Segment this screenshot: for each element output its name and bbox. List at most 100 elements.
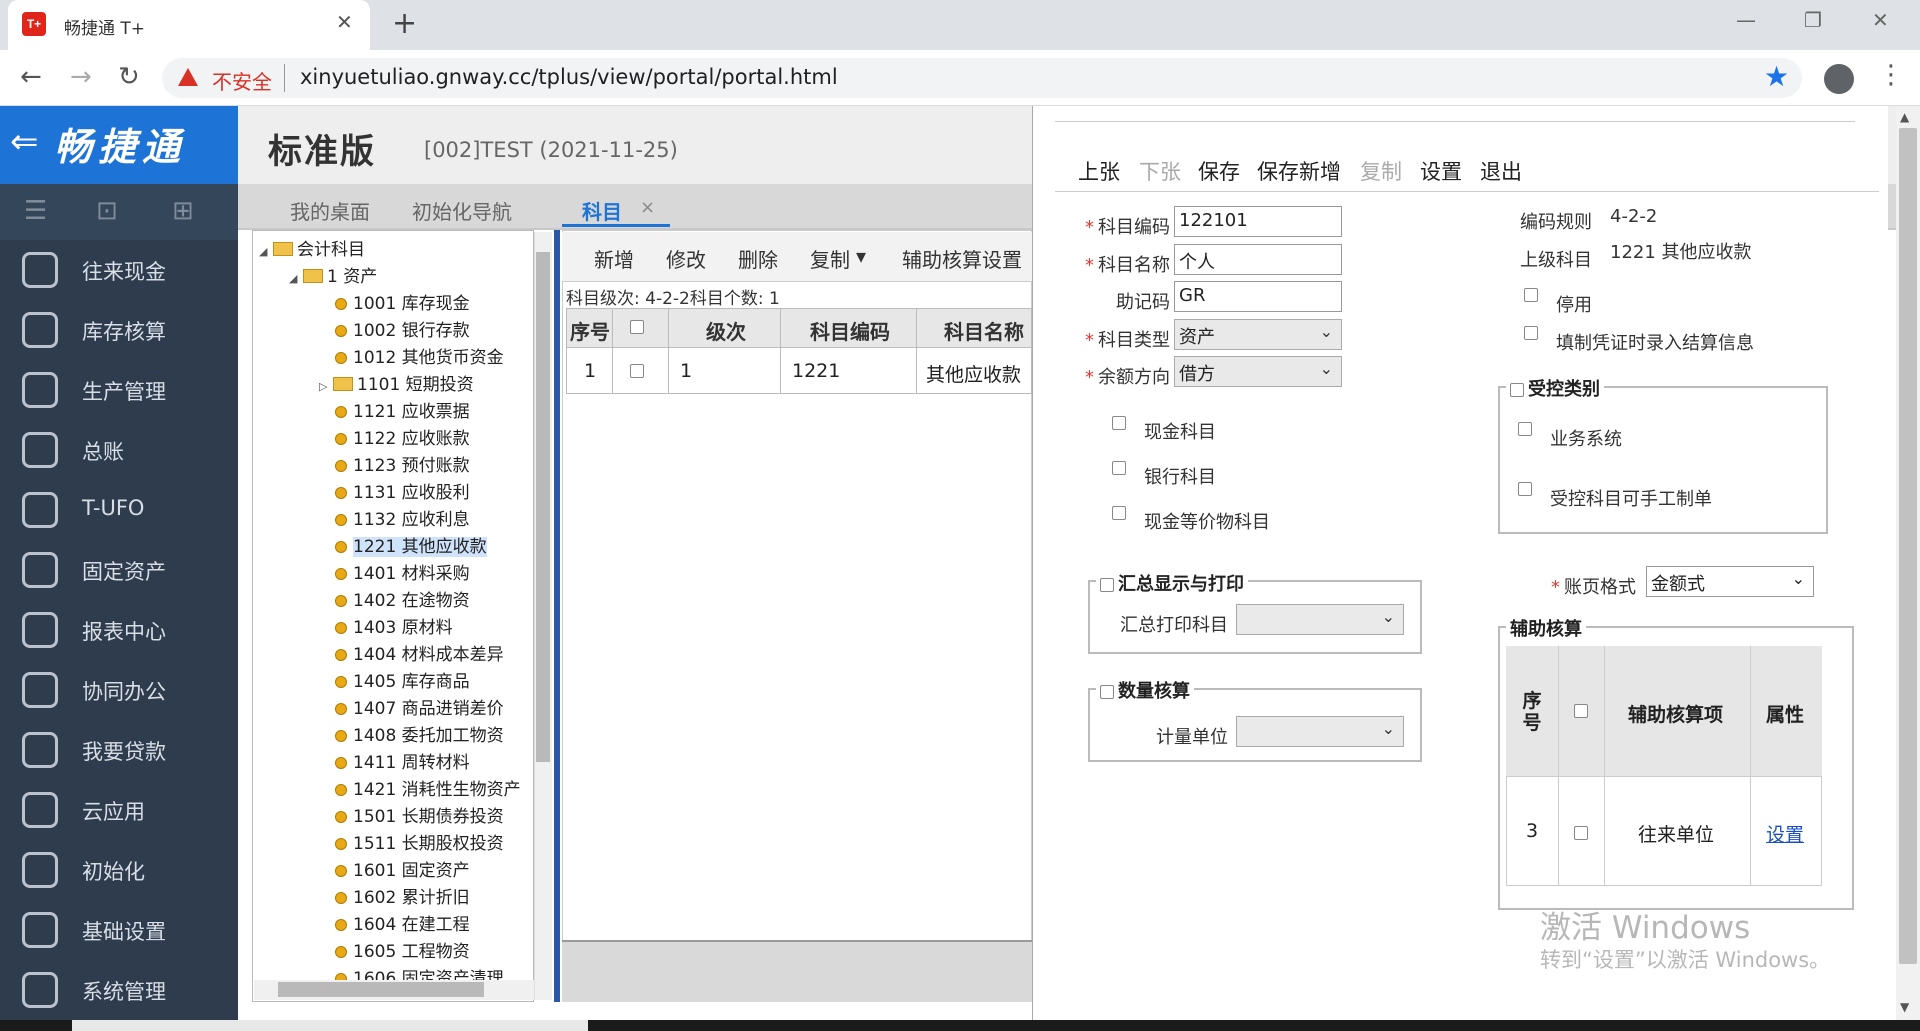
delete-button[interactable]: 删除 xyxy=(738,244,778,273)
tree-scroll-thumb[interactable] xyxy=(536,252,550,762)
save-new-button[interactable]: 保存新增 xyxy=(1257,156,1341,186)
tab-desktop[interactable]: 我的桌面 xyxy=(290,196,370,225)
next-button[interactable]: 下张 xyxy=(1139,156,1181,186)
tree-item[interactable]: 1511 长期股权投资 xyxy=(335,829,504,856)
tree-item[interactable]: 1407 商品进销差价 xyxy=(335,694,504,721)
add-button[interactable]: 新增 xyxy=(594,244,634,273)
aux-row-checkbox[interactable] xyxy=(1574,826,1588,840)
sidebar-item-system[interactable]: 系统管理 xyxy=(0,960,238,1020)
tree-group-assets[interactable]: ◢ 1 资产 xyxy=(289,262,377,289)
type-select[interactable]: 资产 ⌄ xyxy=(1174,319,1342,350)
expand-arrow-icon[interactable]: ▷ xyxy=(319,380,333,393)
header-select-all-checkbox[interactable] xyxy=(630,320,644,334)
sidebar-item-tufo[interactable]: T-UFO xyxy=(0,480,238,540)
tree-item[interactable]: 1122 应收账款 xyxy=(335,424,470,451)
panel-splitter[interactable] xyxy=(554,230,560,1002)
sidebar-item-basic-settings[interactable]: 基础设置 xyxy=(0,900,238,960)
tree-item[interactable]: 1405 库存商品 xyxy=(335,667,470,694)
forward-icon[interactable]: → xyxy=(70,62,92,92)
tree-item[interactable]: 1002 银行存款 xyxy=(335,316,470,343)
sidebar-item-reports[interactable]: 报表中心 xyxy=(0,600,238,660)
disabled-checkbox[interactable] xyxy=(1524,288,1538,302)
tree-item[interactable]: 1012 其他货币资金 xyxy=(335,343,504,370)
sidebar-item-fixed-assets[interactable]: 固定资产 xyxy=(0,540,238,600)
tree-item[interactable]: 1001 库存现金 xyxy=(335,289,470,316)
tree-item[interactable]: 1421 消耗性生物资产 xyxy=(335,775,521,802)
menu-icon[interactable]: ☰ xyxy=(24,196,47,226)
tree-item[interactable]: 1131 应收股利 xyxy=(335,478,470,505)
aux-settings-button[interactable]: 辅助核算设置 xyxy=(902,244,1022,273)
save-button[interactable]: 保存 xyxy=(1198,156,1240,186)
tree-item[interactable]: 1132 应收利息 xyxy=(335,505,470,532)
add-doc-icon[interactable]: ⊞ xyxy=(172,196,194,226)
close-tab-icon[interactable]: ✕ xyxy=(336,10,353,34)
sidebar-item-cloud[interactable]: 云应用 xyxy=(0,780,238,840)
taskbar-item[interactable] xyxy=(72,1020,588,1031)
copy-button[interactable]: 复制 xyxy=(810,244,850,273)
search-doc-icon[interactable]: ⊡ xyxy=(96,196,118,226)
sidebar-item-loan[interactable]: 我要贷款 xyxy=(0,720,238,780)
copy-button-dialog[interactable]: 复制 xyxy=(1360,156,1402,186)
manual-voucher-checkbox[interactable] xyxy=(1518,482,1532,496)
exit-button[interactable]: 退出 xyxy=(1480,156,1522,186)
browser-tab-title[interactable]: 畅捷通 T+ xyxy=(64,14,145,39)
profile-avatar-icon[interactable] xyxy=(1824,64,1854,94)
code-input[interactable]: 122101 xyxy=(1174,206,1342,237)
sidebar-item-inventory[interactable]: 库存核算 xyxy=(0,300,238,360)
aux-select-all-checkbox[interactable] xyxy=(1574,704,1588,718)
window-close-icon[interactable]: ✕ xyxy=(1872,8,1889,32)
edit-button[interactable]: 修改 xyxy=(666,244,706,273)
settings-button[interactable]: 设置 xyxy=(1420,156,1462,186)
ledger-format-select[interactable]: 金额式 ⌄ xyxy=(1646,566,1814,597)
tree-item[interactable]: ▷ 1101 短期投资 xyxy=(319,370,474,397)
print-subject-select[interactable]: ⌄ xyxy=(1236,604,1404,635)
scroll-down-icon[interactable]: ▼ xyxy=(1900,1000,1909,1014)
name-input[interactable]: 个人 xyxy=(1174,244,1342,275)
mnemonic-input[interactable]: GR xyxy=(1174,281,1342,312)
tree-item[interactable]: 1602 累计折旧 xyxy=(335,883,470,910)
browser-tab[interactable] xyxy=(8,0,370,50)
tree-item[interactable]: 1408 委托加工物资 xyxy=(335,721,504,748)
quantity-checkbox[interactable] xyxy=(1100,685,1114,699)
tree-root[interactable]: ◢ 会计科目 xyxy=(259,235,365,262)
cash-equiv-checkbox[interactable] xyxy=(1112,506,1126,520)
sidebar-item-ledger[interactable]: 总账 xyxy=(0,420,238,480)
sidebar-item-init[interactable]: 初始化 xyxy=(0,840,238,900)
url-text[interactable]: xinyuetuliao.gnway.cc/tplus/view/portal/… xyxy=(300,65,838,89)
unit-select[interactable]: ⌄ xyxy=(1236,716,1404,747)
tree-item[interactable]: 1601 固定资产 xyxy=(335,856,470,883)
tree-item[interactable]: 1403 原材料 xyxy=(335,613,453,640)
tree-item[interactable]: 1404 材料成本差异 xyxy=(335,640,504,667)
back-icon[interactable]: ← xyxy=(20,62,42,92)
tree-item[interactable]: 1605 工程物资 xyxy=(335,937,470,964)
tree-h-scroll-thumb[interactable] xyxy=(278,982,484,997)
chevron-down-icon[interactable]: ▾ xyxy=(856,244,866,268)
browser-menu-icon[interactable]: ⋮ xyxy=(1878,60,1904,90)
control-checkbox[interactable] xyxy=(1510,383,1524,397)
tree-item[interactable]: 1221 其他应收款 xyxy=(335,532,487,559)
tree-item[interactable]: 1402 在途物资 xyxy=(335,586,470,613)
summary-checkbox[interactable] xyxy=(1100,578,1114,592)
sidebar-item-cash[interactable]: 往来现金 xyxy=(0,240,238,300)
dialog-scroll-thumb[interactable] xyxy=(1899,128,1917,964)
sidebar-item-production[interactable]: 生产管理 xyxy=(0,360,238,420)
collapse-arrow-icon[interactable]: ⇐ xyxy=(10,122,39,162)
new-tab-button[interactable]: + xyxy=(392,6,417,41)
direction-select[interactable]: 借方 ⌄ xyxy=(1174,356,1342,387)
bank-subject-checkbox[interactable] xyxy=(1112,461,1126,475)
tree-item[interactable]: 1121 应收票据 xyxy=(335,397,470,424)
business-system-checkbox[interactable] xyxy=(1518,422,1532,436)
tree-item[interactable]: 1604 在建工程 xyxy=(335,910,470,937)
tree-item[interactable]: 1401 材料采购 xyxy=(335,559,470,586)
bookmark-star-icon[interactable]: ★ xyxy=(1764,60,1789,93)
tab-subject[interactable]: 科目 xyxy=(582,196,622,225)
settlement-checkbox[interactable] xyxy=(1524,326,1538,340)
scroll-up-icon[interactable]: ▲ xyxy=(1900,110,1909,124)
tab-subject-close-icon[interactable]: × xyxy=(640,197,655,218)
tree-item[interactable]: 1501 长期债券投资 xyxy=(335,802,504,829)
tree-item[interactable]: 1411 周转材料 xyxy=(335,748,470,775)
reload-icon[interactable]: ↻ xyxy=(118,62,140,92)
restore-icon[interactable]: ❐ xyxy=(1804,8,1822,32)
minimize-icon[interactable]: — xyxy=(1736,8,1756,32)
tree-item[interactable]: 1123 预付账款 xyxy=(335,451,470,478)
